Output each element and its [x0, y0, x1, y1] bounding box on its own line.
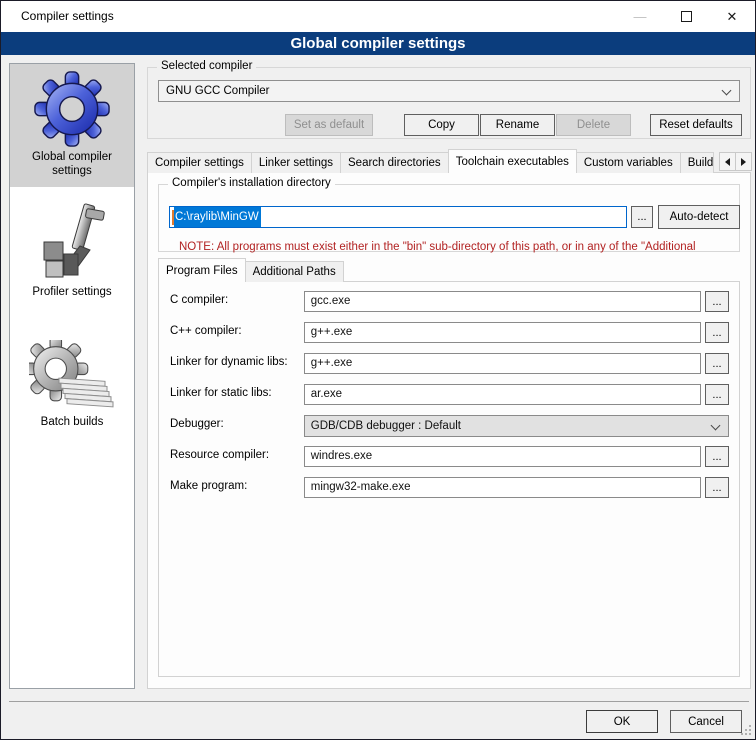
c-compiler-browse-button[interactable]: ...	[705, 291, 729, 312]
maximize-icon	[681, 11, 692, 22]
window-controls: — ✕	[617, 1, 755, 32]
maximize-button[interactable]	[663, 1, 709, 32]
tab-custom-variables[interactable]: Custom variables	[576, 152, 681, 173]
linker-for-dynamic-libs-input[interactable]: g++.exe	[304, 353, 701, 374]
tab-compiler-settings[interactable]: Compiler settings	[147, 152, 252, 173]
sidebar-item-profiler-settings[interactable]: Profiler settings	[10, 195, 134, 307]
install-dir-input[interactable]: C:\raylib\MinGW	[169, 206, 627, 228]
close-icon: ✕	[727, 9, 738, 25]
field-row-c-compiler: C++ compiler:g++.exe...	[170, 322, 729, 343]
arrow-left-icon	[725, 158, 730, 166]
field-label: Debugger:	[170, 415, 304, 430]
field-row-debugger: Debugger: GDB/CDB debugger : Default	[170, 415, 729, 436]
linker-for-dynamic-libs-browse-button[interactable]: ...	[705, 353, 729, 374]
main-tabs: Compiler settingsLinker settingsSearch d…	[147, 149, 753, 173]
field-label: C compiler:	[170, 291, 304, 306]
ok-button[interactable]: OK	[586, 710, 658, 733]
install-dir-group: Compiler's installation directory C:\ray…	[158, 184, 740, 252]
minimize-icon: —	[634, 12, 647, 22]
copy-button[interactable]: Copy	[404, 114, 479, 136]
install-dir-browse-button[interactable]: ...	[631, 206, 653, 228]
autodetect-button[interactable]: Auto-detect	[658, 205, 740, 229]
subtab-program-files[interactable]: Program Files	[158, 258, 246, 282]
make-program-input[interactable]: mingw32-make.exe	[304, 477, 701, 498]
tab-scroll-left-button[interactable]	[719, 152, 736, 171]
field-row-c-compiler: C compiler:gcc.exe...	[170, 291, 729, 312]
arrow-right-icon	[741, 158, 746, 166]
chevron-down-icon	[711, 421, 721, 431]
blue-gear-icon	[12, 71, 132, 147]
delete-button[interactable]: Delete	[556, 114, 631, 136]
field-value: GDB/CDB debugger : Default	[311, 420, 461, 432]
compiler-select-value: GNU GCC Compiler	[166, 85, 270, 97]
install-dir-row: C:\raylib\MinGW ... Auto-detect	[169, 205, 731, 229]
field-label: Linker for dynamic libs:	[170, 353, 304, 368]
close-button[interactable]: ✕	[709, 1, 755, 32]
field-row-make-program: Make program:mingw32-make.exe...	[170, 477, 729, 498]
resource-compiler-browse-button[interactable]: ...	[705, 446, 729, 467]
tab-toolchain-executables[interactable]: Toolchain executables	[448, 149, 577, 173]
selected-compiler-group-label: Selected compiler	[157, 60, 256, 72]
field-row-resource-compiler: Resource compiler:windres.exe...	[170, 446, 729, 467]
subtab-additional-paths[interactable]: Additional Paths	[245, 261, 344, 282]
tab-search-directories[interactable]: Search directories	[340, 152, 449, 173]
compiler-settings-window: Compiler settings — ✕ Global compiler se…	[0, 0, 756, 740]
caliper-icon	[12, 202, 132, 282]
sidebar-item-batch-builds[interactable]: Batch builds	[10, 333, 134, 437]
toolchain-executables-panel: Compiler's installation directory C:\ray…	[147, 172, 751, 689]
compiler-actions-row: Set as default CopyRenameDelete Reset defa…	[148, 114, 750, 136]
tab-scroll-right-button[interactable]	[735, 152, 752, 171]
linker-for-static-libs-input[interactable]: ar.exe	[304, 384, 701, 405]
tab-build[interactable]: Build	[680, 152, 715, 173]
field-label: Resource compiler:	[170, 446, 304, 461]
reset-defaults-button[interactable]: Reset defaults	[650, 114, 742, 136]
footer-divider	[9, 701, 749, 702]
set-as-default-button[interactable]: Set as default	[285, 114, 373, 136]
resource-compiler-input[interactable]: windres.exe	[304, 446, 701, 467]
window-title: Compiler settings	[21, 9, 114, 23]
tab-linker-settings[interactable]: Linker settings	[251, 152, 341, 173]
install-dir-value: C:\raylib\MinGW	[174, 206, 261, 228]
chevron-down-icon	[722, 86, 732, 96]
cancel-button[interactable]: Cancel	[670, 710, 742, 733]
c-compiler-input[interactable]: gcc.exe	[304, 291, 701, 312]
field-label: Linker for static libs:	[170, 384, 304, 399]
install-dir-group-label: Compiler's installation directory	[168, 177, 335, 189]
program-files-tabs: Program FilesAdditional Paths	[158, 258, 344, 282]
resize-grip[interactable]	[739, 723, 752, 736]
page-title: Global compiler settings	[1, 32, 755, 55]
program-files-page: C compiler:gcc.exe...C++ compiler:g++.ex…	[158, 281, 740, 677]
make-program-browse-button[interactable]: ...	[705, 477, 729, 498]
bin-subdirectory-note: NOTE: All programs must exist either in …	[179, 241, 735, 253]
linker-for-static-libs-browse-button[interactable]: ...	[705, 384, 729, 405]
rename-button[interactable]: Rename	[480, 114, 555, 136]
minimize-button[interactable]: —	[617, 1, 663, 32]
settings-sidebar: Global compiler settings Profiler setting…	[9, 63, 135, 689]
sidebar-item-label: Batch builds	[12, 415, 132, 429]
compiler-select[interactable]: GNU GCC Compiler	[158, 80, 740, 102]
title-bar: Compiler settings — ✕	[1, 1, 755, 32]
sidebar-item-label: Profiler settings	[12, 285, 132, 299]
c-compiler-browse-button[interactable]: ...	[705, 322, 729, 343]
field-row-linker-for-static-libs: Linker for static libs:ar.exe...	[170, 384, 729, 405]
field-label: C++ compiler:	[170, 322, 304, 337]
sidebar-item-global-compiler-settings[interactable]: Global compiler settings	[10, 64, 134, 187]
debugger-select[interactable]: GDB/CDB debugger : Default	[304, 415, 729, 437]
selected-compiler-group: Selected compiler GNU GCC Compiler Set a…	[147, 67, 751, 139]
c-compiler-input[interactable]: g++.exe	[304, 322, 701, 343]
field-row-linker-for-dynamic-libs: Linker for dynamic libs:g++.exe...	[170, 353, 729, 374]
tab-scroll-arrows	[720, 152, 752, 171]
batch-gear-icon	[12, 340, 132, 412]
sidebar-item-label: Global compiler settings	[12, 150, 132, 179]
field-label: Make program:	[170, 477, 304, 492]
